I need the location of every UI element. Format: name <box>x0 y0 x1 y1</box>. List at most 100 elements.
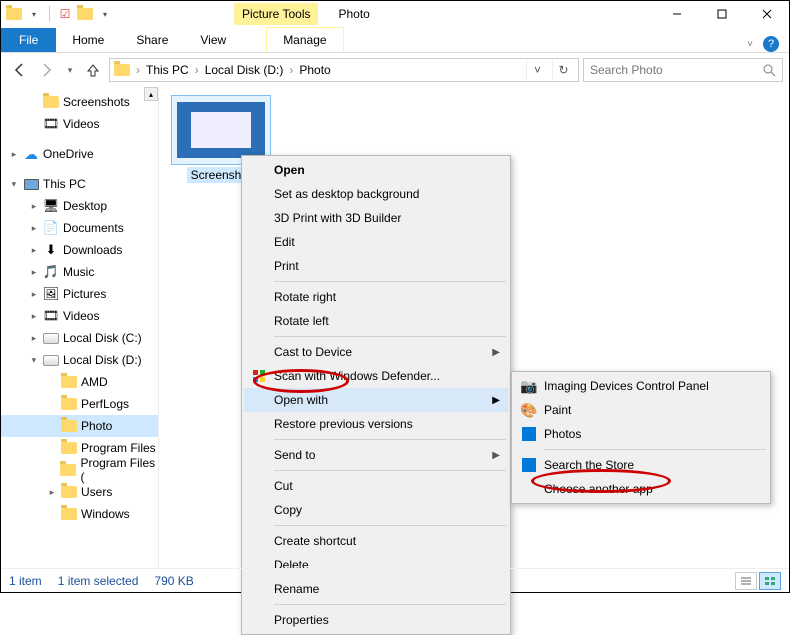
menu-item[interactable]: Send to▶ <box>244 443 508 467</box>
tree-item[interactable]: AMD <box>1 371 158 393</box>
menu-item[interactable]: Cast to Device▶ <box>244 340 508 364</box>
menu-item[interactable]: Rotate right <box>244 285 508 309</box>
tree-expand-icon[interactable]: ▸ <box>29 333 39 344</box>
tab-home[interactable]: Home <box>56 28 120 52</box>
tree-item[interactable]: ▸☁OneDrive <box>1 143 158 165</box>
tree-item[interactable]: ▸Local Disk (C:) <box>1 327 158 349</box>
tree-expand-icon[interactable]: ▸ <box>29 201 39 212</box>
tree-expand-icon[interactable]: ▸ <box>47 487 57 498</box>
back-button[interactable] <box>7 58 31 82</box>
tree-item[interactable]: ▸🎵Music <box>1 261 158 283</box>
tab-file[interactable]: File <box>1 28 56 52</box>
tree-expand-icon[interactable]: ▸ <box>9 149 19 160</box>
tree-item-icon <box>61 484 77 500</box>
up-button[interactable] <box>81 58 105 82</box>
menu-item[interactable]: Open with▶ <box>244 388 508 412</box>
tree-item[interactable]: Photo <box>1 415 158 437</box>
menu-item-label: Properties <box>274 613 329 627</box>
tree-item-icon: 🎞 <box>43 116 59 132</box>
menu-item-label: Create shortcut <box>274 534 356 548</box>
menu-item-label: Imaging Devices Control Panel <box>544 379 709 393</box>
menu-item[interactable]: Properties <box>244 608 508 632</box>
tree-item[interactable]: ▸ Local Disk (D:) <box>1 349 158 371</box>
menu-item[interactable]: Cut <box>244 474 508 498</box>
menu-item[interactable]: 📷 Imaging Devices Control Panel <box>514 374 768 398</box>
navigation-pane[interactable]: ▴ Screenshots🎞Videos ▸☁OneDrive ▸This PC▸🖥… <box>1 87 159 569</box>
menu-item[interactable]: Print <box>244 254 508 278</box>
menu-item[interactable]: Scan with Windows Defender... <box>244 364 508 388</box>
tree-expand-icon[interactable]: ▸ <box>29 289 39 300</box>
tab-view[interactable]: View <box>184 28 242 52</box>
chevron-right-icon[interactable]: › <box>287 63 295 77</box>
menu-item[interactable]: Set as desktop background <box>244 182 508 206</box>
tree-expand-icon[interactable]: ▸ <box>29 245 39 256</box>
menu-item[interactable]: 🎨Paint <box>514 398 768 422</box>
menu-item[interactable]: 3D Print with 3D Builder <box>244 206 508 230</box>
tree-item[interactable]: ▸Users <box>1 481 158 503</box>
refresh-button[interactable]: ↻ <box>552 59 574 81</box>
tree-item[interactable]: ▸🖥Desktop <box>1 195 158 217</box>
tree-item[interactable]: ▸📄Documents <box>1 217 158 239</box>
tab-share[interactable]: Share <box>120 28 184 52</box>
properties-icon[interactable]: ☑ <box>56 5 74 23</box>
address-history-button[interactable]: ˅ <box>526 59 548 81</box>
menu-item[interactable]: Choose another app <box>514 477 768 501</box>
breadcrumb-folder[interactable]: Photo <box>299 63 330 77</box>
forward-button[interactable] <box>35 58 59 82</box>
menu-item[interactable]: Search the Store <box>514 453 768 477</box>
tree-item[interactable]: ▸This PC <box>1 173 158 195</box>
tree-item-icon <box>23 176 39 192</box>
tree-item-icon <box>61 374 77 390</box>
tree-item-icon <box>43 352 59 368</box>
tree-item[interactable]: ▸⬇Downloads <box>1 239 158 261</box>
qat-customize-icon[interactable]: ▾ <box>96 5 114 23</box>
context-submenu-open-with[interactable]: 📷 Imaging Devices Control Panel 🎨PaintPhot… <box>511 371 771 504</box>
context-menu[interactable]: Open Set as desktop background 3D Print wi… <box>241 155 511 635</box>
view-details-button[interactable] <box>735 572 757 590</box>
status-bar: 1 item 1 item selected 790 KB <box>1 568 789 592</box>
maximize-button[interactable] <box>699 1 744 27</box>
view-thumbnails-button[interactable] <box>759 572 781 590</box>
new-folder-icon[interactable] <box>76 5 94 23</box>
tree-item[interactable]: ▸🎞Videos <box>1 305 158 327</box>
tree-expand-icon[interactable]: ▸ <box>29 355 40 365</box>
close-button[interactable] <box>744 1 789 27</box>
chevron-right-icon[interactable]: › <box>193 63 201 77</box>
tree-scroll-up[interactable]: ▴ <box>144 87 158 101</box>
tree-item[interactable]: PerfLogs <box>1 393 158 415</box>
breadcrumb-this-pc[interactable]: This PC <box>146 63 189 77</box>
menu-item-label: Edit <box>274 235 295 249</box>
tree-item[interactable]: Screenshots <box>1 91 158 113</box>
tree-expand-icon[interactable]: ▸ <box>29 223 39 234</box>
tree-item-icon: 🎞 <box>43 308 59 324</box>
minimize-button[interactable] <box>654 1 699 27</box>
tree-expand-icon[interactable]: ▸ <box>9 179 20 189</box>
recent-locations-button[interactable]: ▾ <box>63 58 77 82</box>
tree-item[interactable]: Program Files ( <box>1 459 158 481</box>
breadcrumb-drive[interactable]: Local Disk (D:) <box>205 63 284 77</box>
tree-item-label: AMD <box>81 375 108 389</box>
menu-item[interactable]: Create shortcut <box>244 529 508 553</box>
tree-expand-icon[interactable]: ▸ <box>29 311 39 322</box>
camera-icon: 📷 <box>520 377 538 395</box>
tab-manage[interactable]: Manage <box>266 27 343 52</box>
menu-item[interactable]: Edit <box>244 230 508 254</box>
chevron-right-icon[interactable]: › <box>134 63 142 77</box>
menu-item[interactable]: Photos <box>514 422 768 446</box>
menu-item[interactable]: Open <box>244 158 508 182</box>
menu-item[interactable]: Copy <box>244 498 508 522</box>
tree-item[interactable]: 🎞Videos <box>1 113 158 135</box>
menu-item-label: Set as desktop background <box>274 187 419 201</box>
tree-expand-icon[interactable]: ▸ <box>29 267 39 278</box>
tree-item[interactable]: Windows <box>1 503 158 525</box>
menu-item[interactable]: Rotate left <box>244 309 508 333</box>
menu-item-label: Restore previous versions <box>274 417 413 431</box>
qat-chevron-icon[interactable]: ▾ <box>25 5 43 23</box>
search-input[interactable]: Search Photo <box>583 58 783 82</box>
address-bar[interactable]: › This PC › Local Disk (D:) › Photo ˅ ↻ <box>109 58 579 82</box>
ribbon-expand-icon[interactable]: ˅ <box>747 39 753 50</box>
tree-item-label: Local Disk (D:) <box>63 353 142 367</box>
help-icon[interactable]: ? <box>763 36 779 52</box>
menu-item[interactable]: Restore previous versions <box>244 412 508 436</box>
tree-item[interactable]: ▸🖼Pictures <box>1 283 158 305</box>
